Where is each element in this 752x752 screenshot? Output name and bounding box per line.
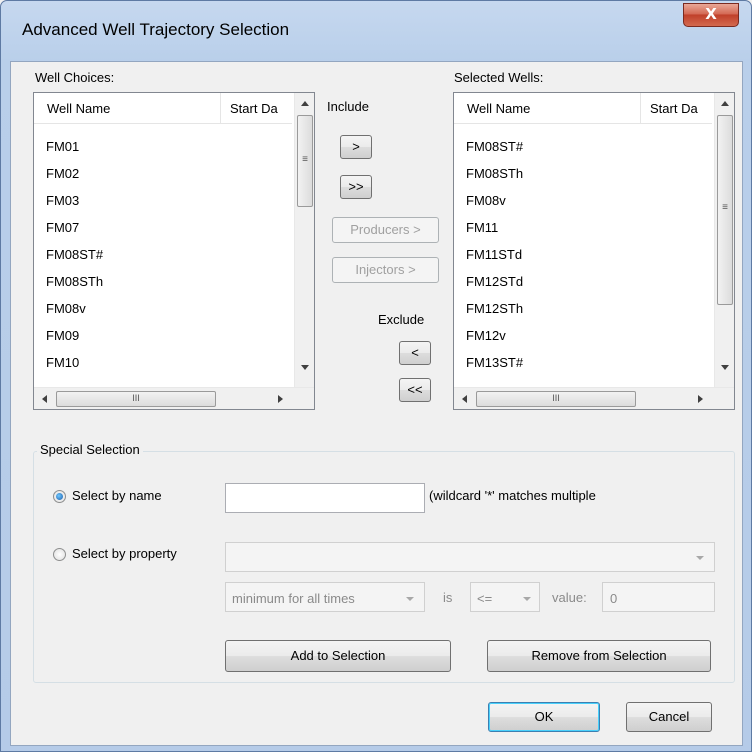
select-by-property-label[interactable]: Select by property <box>72 546 177 561</box>
wildcard-note: (wildcard '*' matches multiple <box>429 488 596 503</box>
scroll-down-icon[interactable] <box>301 365 309 370</box>
well-choices-header: Well Name Start Da <box>34 93 292 124</box>
scroll-right-icon[interactable] <box>278 395 283 403</box>
select-by-name-label[interactable]: Select by name <box>72 488 162 503</box>
close-icon: X <box>705 5 717 23</box>
scroll-up-icon[interactable] <box>721 101 729 106</box>
aggregate-value: minimum for all times <box>232 591 355 606</box>
dialog-body: Well Choices: Well Name Start Da FM01 FM… <box>10 61 743 746</box>
operator-dropdown[interactable]: <= <box>470 582 540 612</box>
value-label: value: <box>552 590 587 605</box>
grip-icon: ≡ <box>722 202 728 213</box>
include-selected-label: > <box>352 139 360 154</box>
vertical-scrollbar[interactable]: ≡ <box>714 93 734 387</box>
include-all-label: >> <box>348 179 364 194</box>
aggregate-dropdown[interactable]: minimum for all times <box>225 582 425 612</box>
producers-label: Producers > <box>350 222 421 237</box>
list-item[interactable]: FM01 <box>46 139 79 154</box>
special-selection-title: Special Selection <box>37 442 143 457</box>
name-filter-input[interactable] <box>225 483 425 513</box>
list-item[interactable]: FM07 <box>46 220 79 235</box>
selected-wells-list[interactable]: Well Name Start Da FM08ST# FM08STh FM08v… <box>453 92 735 410</box>
list-item[interactable]: FM09 <box>46 328 79 343</box>
list-item[interactable]: FM10 <box>46 355 79 370</box>
close-button[interactable]: X <box>683 3 739 27</box>
well-choices-label: Well Choices: <box>35 70 115 85</box>
ok-button[interactable]: OK <box>488 702 600 732</box>
scroll-thumb-horizontal[interactable]: III <box>56 391 216 407</box>
selected-wells-label: Selected Wells: <box>454 70 544 85</box>
column-well-name[interactable]: Well Name <box>47 101 110 116</box>
list-item[interactable]: FM03 <box>46 193 79 208</box>
scroll-thumb-horizontal[interactable]: III <box>476 391 636 407</box>
selected-wells-header: Well Name Start Da <box>454 93 712 124</box>
list-item[interactable]: FM08v <box>466 193 506 208</box>
exclude-label: Exclude <box>378 312 425 327</box>
cancel-button[interactable]: Cancel <box>626 702 712 732</box>
scroll-left-icon[interactable] <box>42 395 47 403</box>
include-selected-button[interactable]: > <box>340 135 372 159</box>
horizontal-scrollbar[interactable]: III <box>34 387 314 409</box>
vertical-scrollbar[interactable]: ≡ <box>294 93 314 387</box>
add-to-selection-label: Add to Selection <box>290 648 386 663</box>
include-all-button[interactable]: >> <box>340 175 372 199</box>
horizontal-scrollbar[interactable]: III <box>454 387 734 409</box>
list-item[interactable]: FM02 <box>46 166 79 181</box>
title-bar[interactable]: Advanced Well Trajectory Selection X <box>1 1 751 63</box>
select-by-property-radio[interactable] <box>53 548 66 561</box>
remove-from-selection-button[interactable]: Remove from Selection <box>487 640 711 672</box>
injectors-label: Injectors > <box>355 262 416 277</box>
scroll-left-icon[interactable] <box>462 395 467 403</box>
producers-button[interactable]: Producers > <box>332 217 439 243</box>
chevron-down-icon <box>696 556 704 560</box>
list-item[interactable]: FM08v <box>46 301 86 316</box>
list-item[interactable]: FM08ST# <box>46 247 103 262</box>
list-item[interactable]: FM12STd <box>466 274 523 289</box>
list-item[interactable]: FM12v <box>466 328 506 343</box>
grip-icon: III <box>132 393 140 403</box>
add-to-selection-button[interactable]: Add to Selection <box>225 640 451 672</box>
chevron-down-icon <box>523 597 531 601</box>
list-item[interactable]: FM13ST# <box>466 355 523 370</box>
chevron-down-icon <box>406 597 414 601</box>
exclude-all-button[interactable]: << <box>399 378 431 402</box>
column-start-date[interactable]: Start Da <box>230 101 278 116</box>
list-item[interactable]: FM08STh <box>46 274 103 289</box>
injectors-button[interactable]: Injectors > <box>332 257 439 283</box>
exclude-selected-label: < <box>411 345 419 360</box>
scroll-down-icon[interactable] <box>721 365 729 370</box>
list-item[interactable]: FM08STh <box>466 166 523 181</box>
operator-value: <= <box>477 591 493 606</box>
scroll-up-icon[interactable] <box>301 101 309 106</box>
window-title: Advanced Well Trajectory Selection <box>22 20 290 39</box>
list-item[interactable]: FM11 <box>466 220 498 235</box>
remove-from-selection-label: Remove from Selection <box>531 648 667 663</box>
property-dropdown[interactable] <box>225 542 715 572</box>
value-field[interactable]: 0 <box>602 582 715 612</box>
column-well-name[interactable]: Well Name <box>467 101 530 116</box>
column-start-date[interactable]: Start Da <box>650 101 698 116</box>
scroll-right-icon[interactable] <box>698 395 703 403</box>
select-by-name-radio[interactable] <box>53 490 66 503</box>
grip-icon: ≡ <box>302 154 308 165</box>
scroll-thumb[interactable]: ≡ <box>297 115 313 207</box>
include-label: Include <box>327 99 369 114</box>
exclude-selected-button[interactable]: < <box>399 341 431 365</box>
list-item[interactable]: FM08ST# <box>466 139 523 154</box>
dialog-window: Advanced Well Trajectory Selection X Wel… <box>0 0 752 752</box>
exclude-all-label: << <box>407 382 423 397</box>
list-item[interactable]: FM11STd <box>466 247 522 262</box>
grip-icon: III <box>552 393 560 403</box>
cancel-label: Cancel <box>648 709 690 724</box>
value-field-value: 0 <box>610 591 618 606</box>
scroll-thumb[interactable]: ≡ <box>717 115 733 305</box>
is-label: is <box>443 590 453 605</box>
well-choices-list[interactable]: Well Name Start Da FM01 FM02 FM03 FM07 F… <box>33 92 315 410</box>
list-item[interactable]: FM12STh <box>466 301 523 316</box>
ok-label: OK <box>534 709 554 724</box>
